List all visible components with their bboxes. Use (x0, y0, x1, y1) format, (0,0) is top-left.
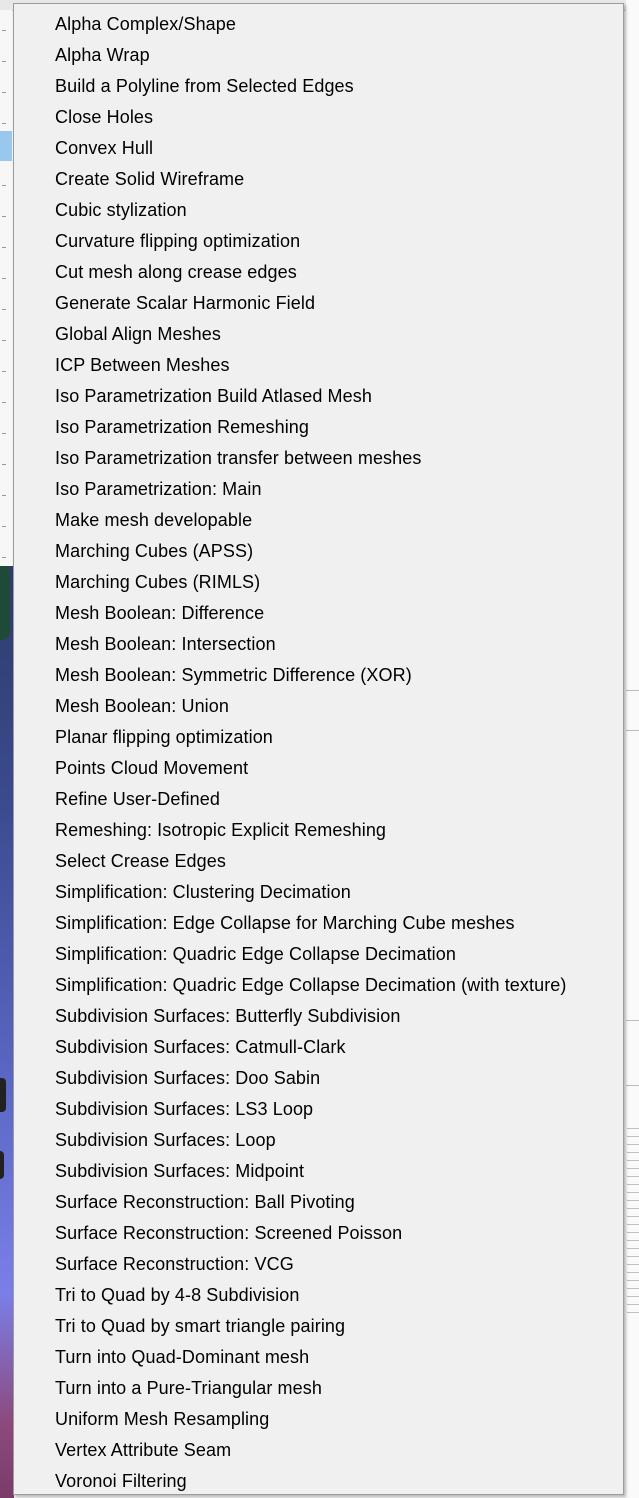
menu-item-surface-reconstruction-vcg[interactable]: Surface Reconstruction: VCG (14, 1249, 623, 1280)
panel-divider (626, 1020, 639, 1021)
menu-item-subdivision-surfaces-ls3-loop[interactable]: Subdivision Surfaces: LS3 Loop (14, 1094, 623, 1125)
list-row-edge (2, 371, 6, 372)
list-row-edge (2, 464, 6, 465)
menu-item-close-holes[interactable]: Close Holes (14, 102, 623, 133)
menu-item-mesh-boolean-intersection[interactable]: Mesh Boolean: Intersection (14, 629, 623, 660)
list-row-edge (2, 402, 6, 403)
menu-item-surface-reconstruction-ball-pivoting[interactable]: Surface Reconstruction: Ball Pivoting (14, 1187, 623, 1218)
log-panel-edge (627, 1128, 639, 1318)
menu-item-iso-parametrization-build-atlased-mesh[interactable]: Iso Parametrization Build Atlased Mesh (14, 381, 623, 412)
menu-item-simplification-clustering-decimation[interactable]: Simplification: Clustering Decimation (14, 877, 623, 908)
list-row-edge (2, 526, 6, 527)
menu-item-subdivision-surfaces-loop[interactable]: Subdivision Surfaces: Loop (14, 1125, 623, 1156)
menu-item-mesh-boolean-union[interactable]: Mesh Boolean: Union (14, 691, 623, 722)
right-panel-edge (626, 0, 639, 1498)
list-row-edge (2, 340, 6, 341)
panel-divider (626, 730, 639, 731)
list-row-edge (2, 278, 6, 279)
menu-item-alpha-complex-shape[interactable]: Alpha Complex/Shape (14, 9, 623, 40)
menu-item-simplification-edge-collapse-for-marching-cube-meshes[interactable]: Simplification: Edge Collapse for Marchi… (14, 908, 623, 939)
menu-item-simplification-quadric-edge-collapse-decimation-with-texture[interactable]: Simplification: Quadric Edge Collapse De… (14, 970, 623, 1001)
list-row-edge (2, 123, 6, 124)
list-row-edge (2, 247, 6, 248)
list-row-edge (2, 433, 6, 434)
menu-item-alpha-wrap[interactable]: Alpha Wrap (14, 40, 623, 71)
menu-item-simplification-quadric-edge-collapse-decimation[interactable]: Simplification: Quadric Edge Collapse De… (14, 939, 623, 970)
menu-item-uniform-mesh-resampling[interactable]: Uniform Mesh Resampling (14, 1404, 623, 1435)
menu-item-mesh-boolean-symmetric-difference-xor[interactable]: Mesh Boolean: Symmetric Difference (XOR) (14, 660, 623, 691)
menu-item-list: Alpha Complex/Shape Alpha Wrap Build a Pol… (14, 9, 623, 1497)
selected-list-item-edge (0, 131, 12, 161)
menu-item-planar-flipping-optimization[interactable]: Planar flipping optimization (14, 722, 623, 753)
menu-item-curvature-flipping-optimization[interactable]: Curvature flipping optimization (14, 226, 623, 257)
menu-item-iso-parametrization-transfer-between-meshes[interactable]: Iso Parametrization transfer between mes… (14, 443, 623, 474)
menu-item-tri-to-quad-by-smart-triangle-pairing[interactable]: Tri to Quad by smart triangle pairing (14, 1311, 623, 1342)
menu-item-select-crease-edges[interactable]: Select Crease Edges (14, 846, 623, 877)
3d-viewport-edge[interactable] (0, 566, 14, 1498)
menu-item-surface-reconstruction-screened-poisson[interactable]: Surface Reconstruction: Screened Poisson (14, 1218, 623, 1249)
menu-item-mesh-boolean-difference[interactable]: Mesh Boolean: Difference (14, 598, 623, 629)
menu-item-icp-between-meshes[interactable]: ICP Between Meshes (14, 350, 623, 381)
menu-item-generate-scalar-harmonic-field[interactable]: Generate Scalar Harmonic Field (14, 288, 623, 319)
mesh-fragment (0, 1078, 6, 1112)
list-row-edge (2, 61, 6, 62)
menu-item-subdivision-surfaces-butterfly-subdivision[interactable]: Subdivision Surfaces: Butterfly Subdivis… (14, 1001, 623, 1032)
menu-item-vertex-attribute-seam[interactable]: Vertex Attribute Seam (14, 1435, 623, 1466)
list-row-edge (2, 495, 6, 496)
menu-item-global-align-meshes[interactable]: Global Align Meshes (14, 319, 623, 350)
menu-item-marching-cubes-apss[interactable]: Marching Cubes (APSS) (14, 536, 623, 567)
menu-item-remeshing-isotropic-explicit-remeshing[interactable]: Remeshing: Isotropic Explicit Remeshing (14, 815, 623, 846)
list-row-edge (2, 557, 6, 558)
menu-item-voronoi-filtering[interactable]: Voronoi Filtering (14, 1466, 623, 1497)
menu-item-turn-into-quad-dominant-mesh[interactable]: Turn into Quad-Dominant mesh (14, 1342, 623, 1373)
menu-item-build-a-polyline-from-selected-edges[interactable]: Build a Polyline from Selected Edges (14, 71, 623, 102)
menu-item-tri-to-quad-by-4-8-subdivision[interactable]: Tri to Quad by 4-8 Subdivision (14, 1280, 623, 1311)
list-row-edge (2, 30, 6, 31)
panel-divider (626, 690, 639, 691)
menu-item-cubic-stylization[interactable]: Cubic stylization (14, 195, 623, 226)
menu-item-create-solid-wireframe[interactable]: Create Solid Wireframe (14, 164, 623, 195)
menu-item-subdivision-surfaces-catmull-clark[interactable]: Subdivision Surfaces: Catmull-Clark (14, 1032, 623, 1063)
mesh-fragment (0, 566, 10, 640)
list-row-edge (2, 309, 6, 310)
panel-divider (626, 1085, 639, 1086)
list-row-edge (2, 216, 6, 217)
menu-item-convex-hull[interactable]: Convex Hull (14, 133, 623, 164)
menu-item-refine-user-defined[interactable]: Refine User-Defined (14, 784, 623, 815)
menu-item-points-cloud-movement[interactable]: Points Cloud Movement (14, 753, 623, 784)
menu-item-subdivision-surfaces-midpoint[interactable]: Subdivision Surfaces: Midpoint (14, 1156, 623, 1187)
list-row-edge (2, 185, 6, 186)
menu-item-iso-parametrization-main[interactable]: Iso Parametrization: Main (14, 474, 623, 505)
mesh-fragment (0, 1151, 4, 1179)
list-row-edge (2, 92, 6, 93)
menu-item-iso-parametrization-remeshing[interactable]: Iso Parametrization Remeshing (14, 412, 623, 443)
menu-item-make-mesh-developable[interactable]: Make mesh developable (14, 505, 623, 536)
filters-remeshing-menu: Alpha Complex/Shape Alpha Wrap Build a Pol… (13, 3, 624, 1495)
menu-item-subdivision-surfaces-doo-sabin[interactable]: Subdivision Surfaces: Doo Sabin (14, 1063, 623, 1094)
menu-item-turn-into-a-pure-triangular-mesh[interactable]: Turn into a Pure-Triangular mesh (14, 1373, 623, 1404)
menu-item-cut-mesh-along-crease-edges[interactable]: Cut mesh along crease edges (14, 257, 623, 288)
menu-item-marching-cubes-rimls[interactable]: Marching Cubes (RIMLS) (14, 567, 623, 598)
